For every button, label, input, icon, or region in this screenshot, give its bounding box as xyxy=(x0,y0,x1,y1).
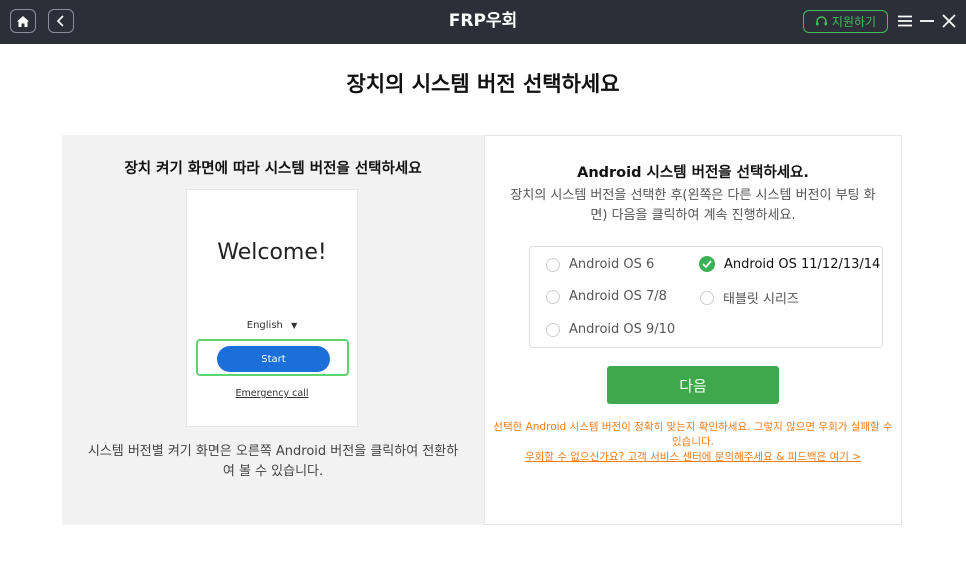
option-label: 태블릿 시리즈 xyxy=(723,292,799,307)
option-label: Android OS 9/10 xyxy=(569,322,676,337)
warning-text: 선택한 Android 시스템 버전이 정확히 맞는지 확인하세요. 그렇지 않… xyxy=(493,421,893,448)
radio-checked-icon xyxy=(699,256,715,272)
menu-icon[interactable] xyxy=(896,12,914,30)
radio-unchecked-icon xyxy=(546,257,560,272)
boot-screen-preview-panel: 장치 켜기 화면에 따라 시스템 버전을 선택하세요 Welcome! Engl… xyxy=(62,135,484,525)
start-highlight-box: Start xyxy=(196,339,349,376)
support-label: 지원하기 xyxy=(831,15,877,29)
next-button[interactable]: 다음 xyxy=(607,366,779,404)
option-android-6[interactable]: Android OS 6 xyxy=(546,257,654,272)
feedback-link[interactable]: 우회할 수 없으신가요? 고객 서비스 센터에 문의해주세요 & 피드백은 여기… xyxy=(491,450,895,465)
minimize-icon[interactable] xyxy=(918,12,936,30)
option-android-11-14[interactable]: Android OS 11/12/13/14 xyxy=(699,256,880,272)
left-description: 시스템 버전별 켜기 화면은 오른쪽 Android 버전을 클릭하여 전환하여… xyxy=(87,444,459,479)
right-description: 장치의 시스템 버전을 선택한 후(왼쪽은 다른 시스템 버전이 부팅 화면) … xyxy=(510,188,876,223)
headset-icon xyxy=(815,16,827,26)
option-label: Android OS 6 xyxy=(569,257,655,272)
version-select-panel: Android 시스템 버전을 선택하세요. 장치의 시스템 버전을 선택한 후… xyxy=(484,135,902,525)
option-tablet-series[interactable]: 태블릿 시리즈 xyxy=(700,288,799,307)
phone-language-select: English ▼ xyxy=(187,320,357,331)
right-heading: Android 시스템 버전을 선택하세요. xyxy=(577,165,809,181)
warning-notice: 선택한 Android 시스템 버전이 정확히 맞는지 확인하세요. 그렇지 않… xyxy=(491,420,895,465)
phone-welcome-text: Welcome! xyxy=(217,240,327,265)
left-heading: 장치 켜기 화면에 따라 시스템 버전을 선택하세요 xyxy=(124,161,422,177)
option-label: Android OS 11/12/13/14 xyxy=(724,256,881,272)
phone-emergency-call: Emergency call xyxy=(235,388,309,399)
option-label: Android OS 7/8 xyxy=(569,289,667,304)
option-android-9-10[interactable]: Android OS 9/10 xyxy=(546,322,675,337)
page-title: 장치의 시스템 버전 선택하세요 xyxy=(346,72,620,96)
radio-unchecked-icon xyxy=(546,322,560,337)
radio-unchecked-icon xyxy=(546,289,560,304)
caret-down-icon: ▼ xyxy=(291,321,298,330)
close-icon[interactable] xyxy=(940,12,958,30)
support-button[interactable]: 지원하기 xyxy=(803,10,888,33)
phone-preview: Welcome! English ▼ Start Emergency call xyxy=(186,189,358,427)
radio-unchecked-icon xyxy=(700,290,714,305)
phone-start-button: Start xyxy=(217,346,330,372)
phone-language-label: English xyxy=(246,320,283,331)
version-options-box: Android OS 6 Android OS 11/12/13/14 Andr… xyxy=(529,246,883,348)
option-android-7-8[interactable]: Android OS 7/8 xyxy=(546,289,667,304)
title-bar: FRP우회 지원하기 xyxy=(0,0,966,44)
